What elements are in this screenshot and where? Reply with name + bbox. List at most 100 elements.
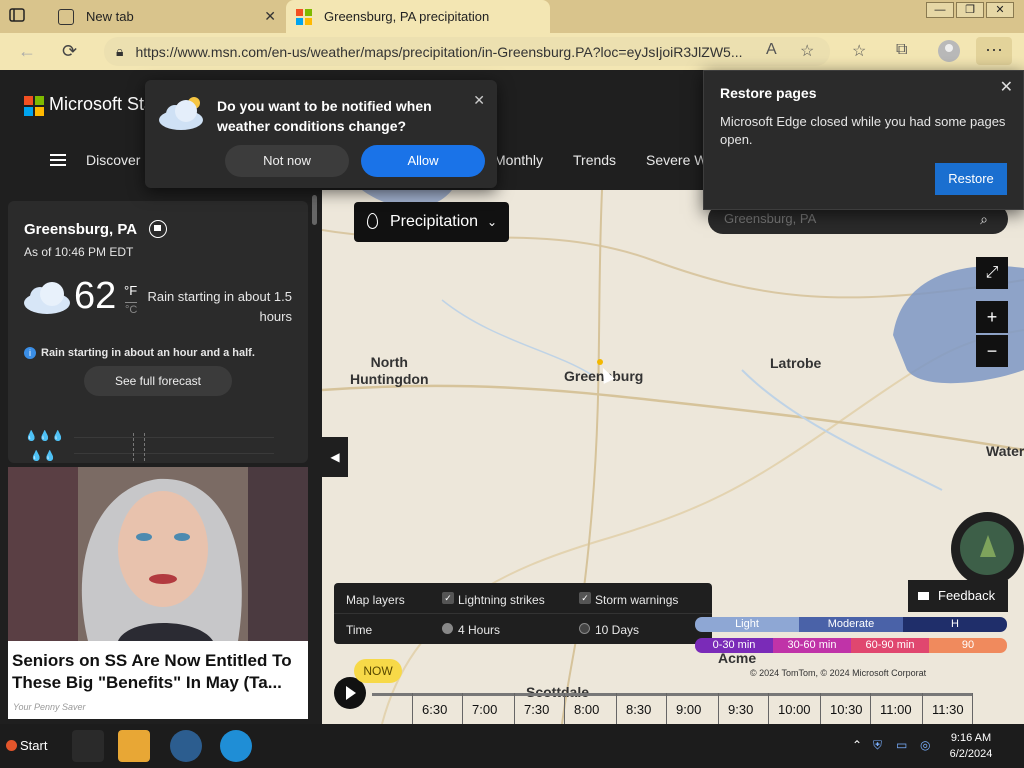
timeline-time-label[interactable]: 8:00 xyxy=(574,702,599,717)
maximize-icon[interactable]: ❐ xyxy=(956,2,984,18)
radio-10-days[interactable] xyxy=(579,623,590,634)
tab-title: New tab xyxy=(86,9,134,24)
system-clock[interactable]: 9:16 AM 6/2/2024 xyxy=(949,730,993,762)
close-icon[interactable]: ✕ xyxy=(473,92,485,109)
minimize-icon[interactable]: — xyxy=(926,2,954,18)
timeline-time-label[interactable]: 9:30 xyxy=(728,702,753,717)
lock-icon[interactable]: 🔒︎ xyxy=(116,43,123,60)
checkbox-lightning[interactable]: ✓ xyxy=(442,592,454,604)
timeline-time-label[interactable]: 9:00 xyxy=(676,702,701,717)
option-4-hours[interactable]: 4 Hours xyxy=(458,623,500,637)
timeline-time-label[interactable]: 10:30 xyxy=(830,702,863,717)
timeline-time-label[interactable]: 11:00 xyxy=(880,702,912,717)
layers-divider xyxy=(334,613,712,614)
chevron-down-icon: ⌄ xyxy=(486,215,497,229)
read-aloud-icon[interactable]: A xyxy=(766,41,777,59)
ad-headline[interactable]: Seniors on SS Are Now Entitled To These … xyxy=(12,650,306,694)
nav-discover[interactable]: Discover xyxy=(86,152,140,168)
option-10-days[interactable]: 10 Days xyxy=(595,623,639,637)
option-lightning-strikes[interactable]: Lightning strikes xyxy=(458,593,545,607)
zoom-in-icon[interactable]: + xyxy=(976,301,1008,333)
tab-close-icon[interactable]: ✕ xyxy=(264,8,276,25)
brand-name[interactable]: Microsoft Sta xyxy=(49,94,154,115)
more-menu-icon[interactable]: ··· xyxy=(976,37,1012,65)
tab-new-tab[interactable]: New tab ✕ xyxy=(48,0,284,33)
legend-light: Light xyxy=(695,617,799,632)
timeline-tick xyxy=(768,693,769,724)
intensity-legend: Light Moderate H xyxy=(695,617,1007,632)
precipitation-layer-dropdown[interactable]: Precipitation ⌄ xyxy=(354,202,509,242)
restore-button[interactable]: Restore xyxy=(935,163,1007,195)
url-text: https://www.msn.com/en-us/weather/maps/p… xyxy=(135,43,743,60)
option-storm-warnings[interactable]: Storm warnings xyxy=(595,593,678,607)
timeline-time-label[interactable]: 7:00 xyxy=(472,702,497,717)
tab-weather-map[interactable]: Greensburg, PA precipitation xyxy=(286,0,550,33)
nav-monthly[interactable]: Monthly xyxy=(494,152,543,168)
legend-moderate: Moderate xyxy=(799,617,903,632)
network-icon[interactable]: ◎ xyxy=(920,738,930,752)
nav-severe-weather[interactable]: Severe W xyxy=(646,152,707,168)
allow-button[interactable]: Allow xyxy=(361,145,485,177)
timeline-time-label[interactable]: 7:30 xyxy=(524,702,549,717)
timeline-tick xyxy=(616,693,617,724)
favorites-add-icon[interactable]: ☆ xyxy=(800,41,814,61)
timeline-time-label[interactable]: 10:00 xyxy=(778,702,811,717)
edge-browser-icon[interactable] xyxy=(220,730,252,762)
microsoft-logo[interactable] xyxy=(24,96,44,116)
new-tab-favicon-icon xyxy=(58,8,74,25)
back-icon[interactable]: ← xyxy=(18,41,36,62)
sidebar-scrollbar[interactable] xyxy=(312,195,317,225)
collections-icon[interactable]: ⧉ xyxy=(896,41,907,59)
favorites-icon[interactable]: ☆ xyxy=(852,41,866,61)
refresh-icon[interactable]: ⟳ xyxy=(62,41,77,62)
timeline-tick xyxy=(718,693,719,724)
app-icon-globe[interactable] xyxy=(170,730,202,762)
home-icon[interactable] xyxy=(149,220,167,238)
legend-60-90: 60-90 min xyxy=(851,638,929,653)
timeline-tick xyxy=(564,693,565,724)
not-now-button[interactable]: Not now xyxy=(225,145,349,177)
display-icon[interactable]: ▭ xyxy=(896,738,907,752)
feedback-button[interactable]: Feedback xyxy=(908,580,1008,612)
tray-chevron-icon[interactable]: ⌃ xyxy=(852,738,862,752)
timeline-time-label[interactable]: 6:30 xyxy=(422,702,447,717)
map-layers-panel: Map layers ✓ Lightning strikes ✓ Storm w… xyxy=(334,583,712,644)
url-field[interactable]: 🔒︎ https://www.msn.com/en-us/weather/map… xyxy=(104,37,830,66)
map-copyright: © 2024 TomTom, © 2024 Microsoft Corporat xyxy=(750,668,927,678)
map-layers-label: Map layers xyxy=(346,593,405,607)
close-window-icon[interactable]: ✕ xyxy=(986,2,1014,18)
unit-fahrenheit[interactable]: °F xyxy=(124,283,137,298)
rain-drops-icon: 💧💧 xyxy=(30,451,57,462)
timeline-time-label[interactable]: 8:30 xyxy=(626,702,651,717)
timeline-time-label[interactable]: 11:30 xyxy=(932,702,964,717)
start-button[interactable]: Start xyxy=(4,734,60,758)
radio-4-hours[interactable] xyxy=(442,623,453,634)
app-icon-media[interactable] xyxy=(118,730,150,762)
feedback-icon xyxy=(918,592,929,600)
see-full-forecast-button[interactable]: See full forecast xyxy=(84,366,232,396)
profile-avatar[interactable] xyxy=(938,40,960,62)
ad-card[interactable]: Seniors on SS Are Now Entitled To These … xyxy=(8,467,308,719)
tree-icon xyxy=(960,521,1014,575)
checkbox-storm-warnings[interactable]: ✓ xyxy=(579,592,591,604)
clock-date: 6/2/2024 xyxy=(949,748,993,760)
collapse-panel-button[interactable]: ◀ xyxy=(322,437,348,477)
weather-camera-button[interactable] xyxy=(951,512,1024,586)
fullscreen-icon[interactable]: ⤢ xyxy=(976,257,1008,289)
timeline-tick xyxy=(462,693,463,724)
screen: New tab ✕ Greensburg, PA precipitation —… xyxy=(0,0,1024,768)
clock-time: 9:16 AM xyxy=(950,732,992,744)
timeline-tick xyxy=(514,693,515,724)
hamburger-menu-icon[interactable] xyxy=(50,154,66,166)
app-icon-terminal[interactable] xyxy=(72,730,104,762)
close-icon[interactable]: ✕ xyxy=(1000,77,1013,97)
timeline-tick xyxy=(972,693,973,724)
rain-drops-icon: 💧💧💧 xyxy=(25,431,66,442)
unit-celsius[interactable]: °C xyxy=(125,302,138,316)
tab-actions-icon[interactable] xyxy=(8,6,40,26)
zoom-out-icon[interactable]: − xyxy=(976,335,1008,367)
legend-0-30: 0-30 min xyxy=(695,638,773,653)
nav-trends[interactable]: Trends xyxy=(573,152,616,168)
shield-icon[interactable]: ⛨ xyxy=(873,738,882,753)
chart-gridline xyxy=(74,453,274,454)
